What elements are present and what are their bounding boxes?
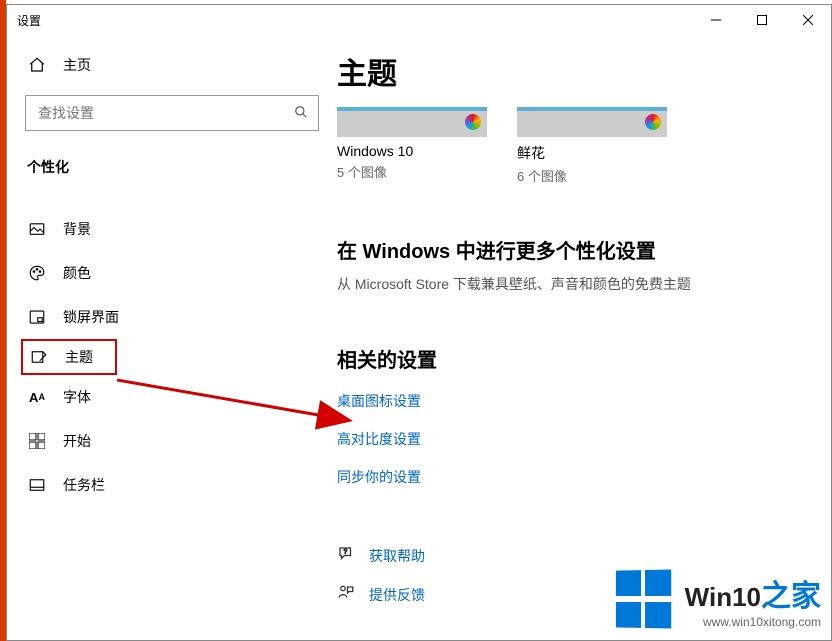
content: 主题 Windows 10 5 个图像 鲜花 6 个图像 在 Windows 中… bbox=[337, 35, 831, 640]
more-personalization-sub: 从 Microsoft Store 下载兼具壁纸、声音和颜色的免费主题 bbox=[337, 274, 801, 294]
sidebar-item-label: 颜色 bbox=[63, 263, 91, 283]
link-sync-settings[interactable]: 同步你的设置 bbox=[337, 467, 801, 487]
sidebar-item-themes[interactable]: 主题 bbox=[21, 339, 117, 375]
windows-logo-icon bbox=[616, 569, 675, 630]
sidebar-item-label: 背景 bbox=[63, 219, 91, 239]
window-title: 设置 bbox=[17, 12, 41, 29]
home-button[interactable]: 主页 bbox=[7, 43, 337, 87]
feedback-label: 提供反馈 bbox=[369, 585, 425, 605]
maximize-button[interactable] bbox=[739, 5, 785, 35]
theme-preview bbox=[517, 107, 667, 137]
watermark: Win10之家 www.win10xitong.com bbox=[615, 570, 821, 630]
sidebar-item-lockscreen[interactable]: 锁屏界面 bbox=[7, 295, 337, 339]
search-box[interactable] bbox=[25, 95, 319, 131]
help-icon: ? bbox=[337, 545, 355, 566]
search-input[interactable] bbox=[36, 104, 267, 122]
lockscreen-icon bbox=[27, 308, 47, 326]
sidebar-item-label: 开始 bbox=[63, 431, 91, 451]
theme-count: 6 个图像 bbox=[517, 166, 667, 185]
link-high-contrast[interactable]: 高对比度设置 bbox=[337, 429, 801, 449]
page-title: 主题 bbox=[337, 49, 801, 93]
minimize-button[interactable] bbox=[693, 5, 739, 35]
sidebar-item-fonts[interactable]: AA 字体 bbox=[7, 375, 337, 419]
section-title: 个性化 bbox=[7, 143, 337, 187]
theme-icon bbox=[29, 348, 49, 366]
sidebar-item-label: 主题 bbox=[65, 347, 93, 367]
titlebar: 设置 bbox=[7, 5, 831, 35]
sidebar-item-start[interactable]: 开始 bbox=[7, 419, 337, 463]
help-label: 获取帮助 bbox=[369, 546, 425, 566]
svg-text:?: ? bbox=[344, 549, 348, 555]
close-button[interactable] bbox=[785, 5, 831, 35]
watermark-brand: Win10 bbox=[685, 582, 761, 612]
sidebar-item-label: 锁屏界面 bbox=[63, 307, 119, 327]
sidebar: 主页 个性化 背景 颜色 锁屏界面 主题 bbox=[7, 35, 337, 640]
sidebar-item-background[interactable]: 背景 bbox=[7, 207, 337, 251]
palette-icon bbox=[27, 264, 47, 282]
help-link[interactable]: ? 获取帮助 bbox=[337, 545, 801, 566]
sidebar-item-label: 字体 bbox=[63, 387, 91, 407]
settings-window: 设置 主页 个性化 背景 颜色 bbox=[6, 4, 832, 641]
home-label: 主页 bbox=[63, 55, 91, 75]
theme-card[interactable]: 鲜花 6 个图像 bbox=[517, 107, 667, 185]
search-icon bbox=[294, 105, 308, 122]
sidebar-item-taskbar[interactable]: 任务栏 bbox=[7, 463, 337, 507]
start-icon bbox=[27, 433, 47, 449]
more-personalization-heading: 在 Windows 中进行更多个性化设置 bbox=[337, 235, 801, 264]
theme-card[interactable]: Windows 10 5 个图像 bbox=[337, 107, 487, 185]
watermark-suffix: 之家 bbox=[761, 580, 821, 613]
picture-icon bbox=[27, 220, 47, 238]
home-icon bbox=[27, 56, 47, 74]
sidebar-item-colors[interactable]: 颜色 bbox=[7, 251, 337, 295]
theme-preview bbox=[337, 107, 487, 137]
sidebar-item-label: 任务栏 bbox=[63, 475, 105, 495]
link-desktop-icons[interactable]: 桌面图标设置 bbox=[337, 391, 801, 411]
taskbar-icon bbox=[27, 476, 47, 494]
watermark-url: www.win10xitong.com bbox=[685, 615, 821, 629]
color-wheel-icon bbox=[645, 114, 661, 130]
color-wheel-icon bbox=[465, 114, 481, 130]
feedback-icon bbox=[337, 584, 355, 605]
theme-count: 5 个图像 bbox=[337, 162, 487, 181]
theme-name: Windows 10 bbox=[337, 143, 487, 159]
related-settings-heading: 相关的设置 bbox=[337, 344, 801, 373]
theme-name: 鲜花 bbox=[517, 143, 667, 163]
font-icon: AA bbox=[27, 390, 47, 405]
